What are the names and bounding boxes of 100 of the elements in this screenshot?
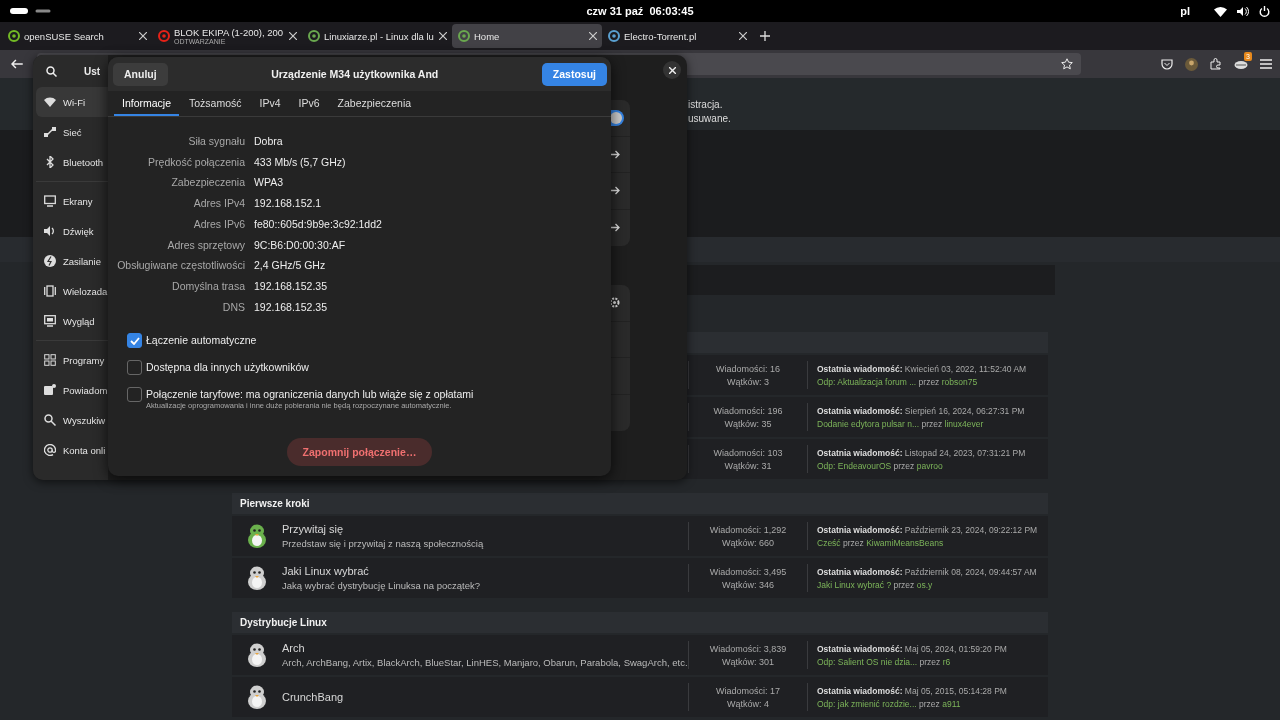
tab[interactable]: Zabezpieczenia [329, 91, 420, 116]
sidebar-item[interactable]: Programy [36, 345, 108, 375]
post-link[interactable]: Odp: Salient OS nie dzia... [817, 656, 918, 667]
post-link[interactable]: Dodanie edytora pulsar n... [817, 418, 920, 429]
power-icon[interactable] [1259, 5, 1270, 17]
menu-icon[interactable] [1260, 59, 1272, 69]
activities-indicator[interactable] [10, 8, 28, 14]
forum-description: Arch, ArchBang, Artix, BlackArch, BlueStar, LinHES, Manjaro, Obarun, Parabola, SwagArch, etc. [282, 657, 688, 668]
clock[interactable]: czw 31 paź 06:03:45 [586, 5, 694, 17]
arrow-icon[interactable] [610, 223, 620, 233]
sidebar-item[interactable]: Wyszukiw [36, 405, 108, 435]
tab[interactable]: IPv4 [251, 91, 289, 116]
keyboard-layout[interactable]: pl [1180, 5, 1190, 17]
close-icon[interactable] [139, 32, 147, 40]
sidebar-item[interactable]: Wi-Fi [36, 87, 108, 117]
sidebar-item[interactable]: Dźwięk [36, 216, 108, 246]
close-icon[interactable] [589, 32, 597, 40]
category-title[interactable]: Dystrybucje Linux [240, 617, 327, 628]
wifi-icon[interactable] [1214, 5, 1227, 17]
detail-label: DNS [221, 299, 245, 315]
sidebar-item[interactable]: Powiadom [36, 375, 108, 405]
post-link[interactable]: Jaki Linux wybrać ? [817, 579, 892, 590]
tab-title: Home [474, 30, 501, 42]
last-post-date: Ostatnia wiadomość: Kwiecień 03, 2022, 11:52:40 AM [817, 363, 1028, 374]
detail-value: fe80::605d:9b9e:3c92:1dd2 [254, 216, 383, 232]
close-icon[interactable] [739, 32, 747, 40]
checkbox[interactable] [127, 387, 142, 403]
checkbox-label[interactable]: Połączenie taryfowe: ma ograniczenia danych lub wiąże się z opłatami [146, 387, 474, 402]
post-link[interactable]: Cześć [817, 537, 841, 548]
gear-icon[interactable] [609, 297, 620, 309]
arrow-icon[interactable] [610, 149, 620, 159]
tab[interactable]: Informacje [114, 91, 180, 116]
post-link[interactable]: Odp: Aktualizacja forum ... [817, 376, 917, 387]
post-link[interactable]: Odp: jak zmienić rozdzie... [817, 698, 917, 709]
message-count: Wiadomości: 103 [713, 447, 783, 458]
search-icon[interactable] [46, 65, 57, 77]
user-link[interactable]: KiwamiMeansBeans [866, 537, 944, 548]
post-link[interactable]: Odp: EndeavourOS [817, 460, 892, 471]
apps-grid-icon [44, 354, 56, 366]
detail-value: WPA3 [254, 175, 284, 191]
detail-value: 192.168.152.1 [254, 196, 323, 212]
browser-tab[interactable]: Home [452, 24, 602, 48]
last-post-date: Ostatnia wiadomość: Listopad 24, 2023, 07:31:21 PM [817, 447, 1027, 458]
forum-title-link[interactable]: Jaki Linux wybrać [282, 565, 688, 577]
user-link[interactable]: a911 [942, 698, 961, 709]
tab[interactable]: Tożsamość [181, 91, 250, 116]
browser-tab[interactable]: Linuxiarze.pl - Linux dla lu [302, 24, 452, 48]
category-title[interactable]: Pierwsze kroki [240, 498, 310, 509]
cancel-button[interactable]: Anuluj [113, 62, 168, 86]
user-link[interactable]: os.y [916, 579, 933, 590]
sidebar-item[interactable]: Wielozada [36, 276, 108, 306]
tab-title: Linuxiarze.pl - Linux dla lu [324, 30, 435, 42]
detail-label: Domyślna trasa [171, 278, 245, 294]
forum-title-link[interactable]: CrunchBang [282, 691, 688, 703]
detail-value: 192.168.152.35 [254, 278, 328, 294]
forget-connection-button[interactable]: Zapomnij połączenie… [287, 438, 432, 467]
forum-description: Przedstaw się i przywitaj z naszą społecznością [282, 538, 485, 549]
tab[interactable]: IPv6 [290, 91, 328, 116]
user-link[interactable]: pavroo [916, 460, 943, 471]
forum-title-link[interactable]: Arch [282, 642, 688, 654]
pocket-icon[interactable] [1161, 58, 1173, 70]
message-count: Wiadomości: 196 [713, 405, 783, 416]
message-count: Wiadomości: 3,839 [709, 643, 787, 654]
browser-tab[interactable]: openSUSE Search [2, 24, 152, 48]
close-button[interactable] [663, 61, 681, 79]
forum-title-link[interactable]: Przywitaj się [282, 523, 688, 535]
close-icon[interactable] [439, 32, 447, 40]
volume-icon[interactable] [1237, 5, 1249, 17]
detail-value: 2,4 GHz/5 GHz [254, 258, 327, 274]
last-post-date: Ostatnia wiadomość: Maj 05, 2015, 05:14:28 PM [817, 685, 1008, 696]
at-sign-icon [44, 444, 56, 456]
checkbox-label[interactable]: Dostępna dla innych użytkowników [146, 360, 309, 375]
user-link[interactable]: r6 [942, 656, 951, 667]
sidebar-item[interactable]: Konta onli [36, 435, 108, 465]
user-link[interactable]: linux4ever [944, 418, 984, 429]
last-post-date: Ostatnia wiadomość: Październik 08, 2024, 09:44:57 AM [817, 566, 1038, 577]
browser-tab[interactable]: Electro-Torrent.pl [602, 24, 752, 48]
close-icon[interactable] [289, 32, 297, 40]
apply-button[interactable]: Zastosuj [541, 62, 607, 86]
checkbox[interactable] [127, 360, 142, 376]
user-link[interactable]: robson75 [941, 376, 978, 387]
star-icon[interactable] [1061, 58, 1073, 70]
checkbox-label[interactable]: Łączenie automatyczne [146, 333, 257, 348]
sidebar-item[interactable]: Wygląd [36, 306, 108, 336]
sidebar-item[interactable]: Zasilanie [36, 246, 108, 276]
last-post-date: Ostatnia wiadomość: Maj 05, 2024, 01:59:20 PM [817, 643, 1008, 654]
extension-icon[interactable] [1234, 58, 1248, 70]
arrow-icon[interactable] [610, 186, 620, 196]
sidebar-item[interactable]: Bluetooth [36, 147, 108, 177]
sidebar-item[interactable]: Ekrany [36, 186, 108, 216]
last-post-line: Odp: Aktualizacja forum ... przez robson75 [817, 376, 979, 387]
profile-avatar[interactable] [1185, 57, 1198, 71]
network-icon [44, 126, 56, 138]
power-icon [44, 255, 56, 267]
extensions-icon[interactable] [1210, 58, 1222, 70]
detail-label: Adres IPv6 [192, 216, 245, 232]
sidebar-item[interactable]: Sieć [36, 117, 108, 147]
checkbox[interactable] [127, 333, 142, 349]
new-tab-icon[interactable] [760, 31, 770, 41]
back-arrow-icon[interactable] [11, 59, 23, 69]
